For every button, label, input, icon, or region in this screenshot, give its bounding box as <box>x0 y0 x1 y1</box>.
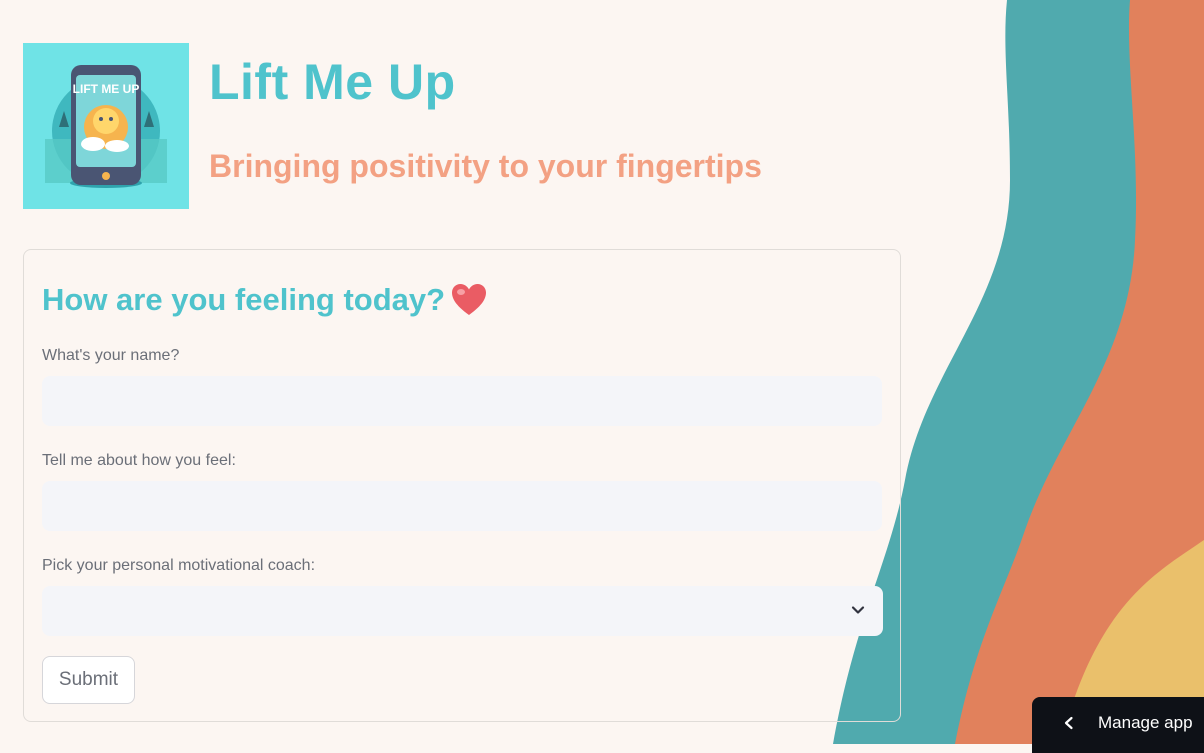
feeling-label: Tell me about how you feel: <box>42 452 236 469</box>
page-title: Lift Me Up <box>209 54 456 110</box>
manage-app-label: Manage app <box>1098 713 1193 732</box>
feeling-input[interactable] <box>42 481 882 531</box>
form-heading-text: How are you feeling today? <box>42 282 446 317</box>
submit-button[interactable]: Submit <box>42 656 135 704</box>
app-logo: LIFT ME UP <box>23 43 189 209</box>
name-input[interactable] <box>42 376 882 426</box>
heart-icon <box>452 284 487 315</box>
name-label: What's your name? <box>42 347 180 364</box>
chevron-left-icon <box>1064 716 1073 730</box>
logo-text: LIFT ME UP <box>73 82 140 96</box>
coach-label: Pick your personal motivational coach: <box>42 557 316 574</box>
manage-app-button[interactable]: Manage app <box>1032 697 1204 753</box>
chevron-down-icon <box>851 606 865 614</box>
form-heading: How are you feeling today? <box>42 280 487 320</box>
page-subtitle: Bringing positivity to your fingertips <box>209 148 762 184</box>
coach-select[interactable] <box>42 586 883 636</box>
